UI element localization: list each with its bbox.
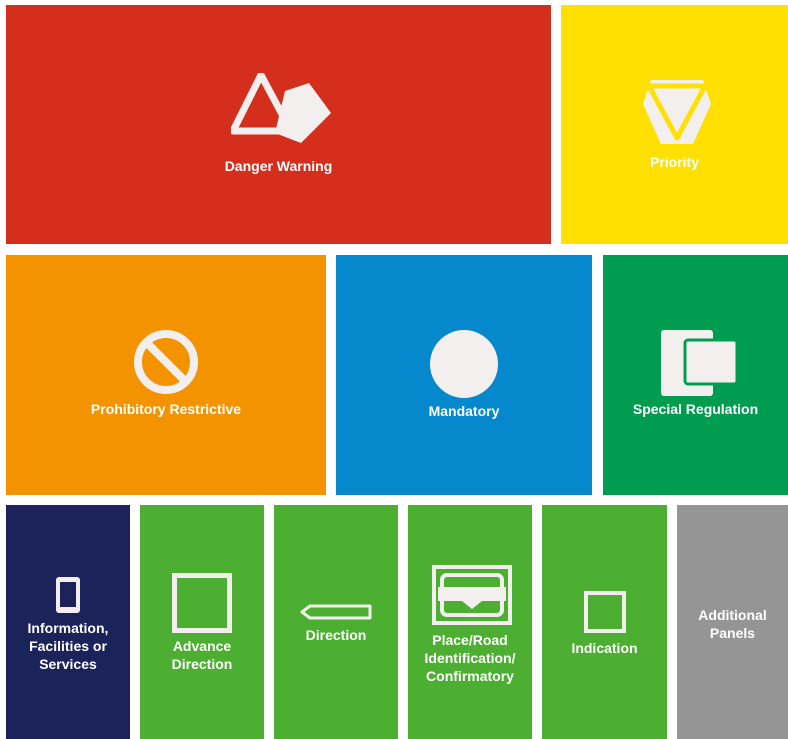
- tile-prohibitory-restrictive[interactable]: Prohibitory Restrictive: [6, 255, 326, 495]
- tile-label: Danger Warning: [224, 158, 333, 174]
- small-square-icon: [584, 591, 626, 633]
- tile-label: Prohibitory Restrictive: [90, 401, 242, 417]
- tile-special-regulation[interactable]: Special Regulation: [603, 255, 788, 495]
- tile-information-facilities-services[interactable]: Information, Facilities or Services: [6, 505, 130, 739]
- tile-label: Indication: [571, 640, 638, 656]
- tile-label: Advance Direction: [171, 638, 233, 672]
- yield-sign-icon: [641, 78, 713, 148]
- tile-indication[interactable]: Indication: [542, 505, 667, 739]
- tile-advance-direction[interactable]: Advance Direction: [140, 505, 264, 739]
- direction-arrow-icon: [300, 604, 372, 620]
- tile-label: Direction: [305, 627, 367, 643]
- tile-place-road-identification[interactable]: Place/Road Identification/ Confirmatory: [408, 505, 532, 739]
- tile-label: Place/Road Identification/ Confirmatory: [424, 632, 516, 684]
- overlapping-squares-icon: [661, 330, 739, 396]
- tile-danger-warning[interactable]: Danger Warning: [6, 5, 551, 244]
- tile-label: Priority: [649, 154, 699, 170]
- tile-label: Information, Facilities or Services: [27, 620, 109, 672]
- tile-additional-panels[interactable]: Additional Panels: [677, 505, 788, 739]
- phone-rectangle-icon: [56, 577, 80, 613]
- tile-mandatory[interactable]: Mandatory: [336, 255, 592, 495]
- warning-triangle-icon: [231, 73, 331, 145]
- tile-label: Special Regulation: [632, 401, 759, 417]
- place-sign-icon: [432, 565, 512, 625]
- tile-label: Mandatory: [428, 403, 500, 419]
- prohibition-circle-icon: [133, 329, 199, 395]
- tile-priority[interactable]: Priority: [561, 5, 788, 244]
- tile-direction[interactable]: Direction: [274, 505, 398, 739]
- square-outline-icon: [172, 573, 232, 633]
- filled-circle-icon: [430, 330, 498, 398]
- tile-label: Additional Panels: [698, 607, 767, 641]
